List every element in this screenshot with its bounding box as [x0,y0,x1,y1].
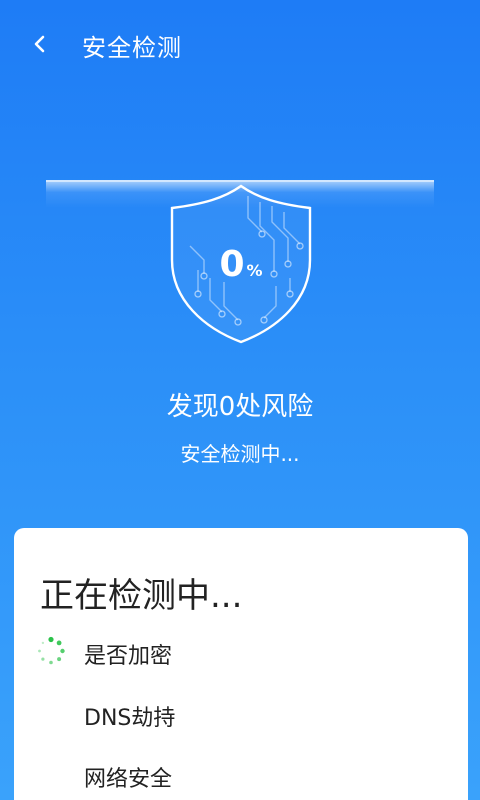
scan-percent-unit: % [246,261,263,280]
risk-summary: 发现0处风险 [166,392,314,422]
back-button[interactable] [22,26,58,62]
scan-status: 安全检测中... [180,442,300,466]
checklist-card: 正在检测中... 是否加密 DNS劫持 网络安全 [14,528,468,800]
check-item-network-security: 网络安全 [84,767,173,792]
check-item-dns-hijack: DNS劫持 [84,706,176,731]
back-arrow-icon [34,35,45,53]
security-check-screen: 安全检测 0 % 发现0处风险 安全检测中... 正在检测中... 是否加密 D… [0,0,480,800]
scan-percent-value: 0 [219,244,245,285]
scan-percent: 0% [164,244,318,285]
checklist-title: 正在检测中... [40,576,243,616]
page-title: 安全检测 [82,34,182,62]
loading-spinner-icon [38,636,65,665]
check-item-encryption: 是否加密 [84,644,173,669]
top-bar: 安全检测 [0,0,480,92]
